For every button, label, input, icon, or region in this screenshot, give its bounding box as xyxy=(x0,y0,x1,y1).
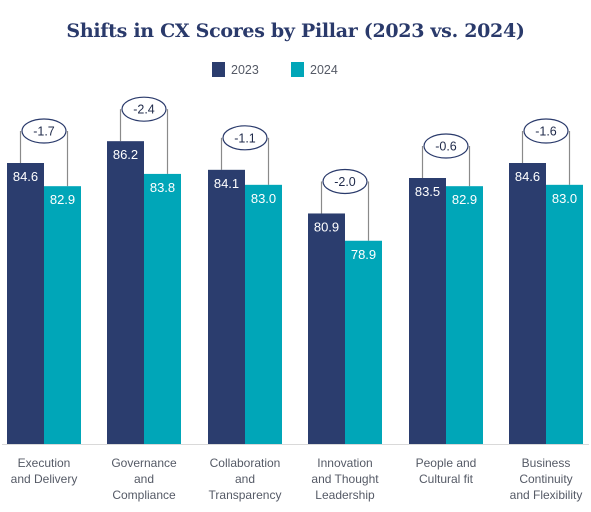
value-label-2023: 80.9 xyxy=(314,219,339,234)
value-label-2024: 82.9 xyxy=(452,192,477,207)
bar-2024 xyxy=(44,186,81,444)
x-tick-label-line: Governance xyxy=(111,456,177,470)
difference-label: -2.4 xyxy=(133,103,155,117)
x-tick-label-line: and Delivery xyxy=(10,472,78,486)
difference-label: -2.0 xyxy=(334,175,356,189)
bar-2024 xyxy=(345,240,382,444)
value-label-2023: 84.1 xyxy=(214,176,239,191)
difference-label: -1.1 xyxy=(234,131,256,145)
x-tick-label-line: and Thought xyxy=(311,472,379,486)
x-tick-label-line: Continuity xyxy=(519,472,573,486)
x-tick-label-line: Transparency xyxy=(208,488,282,502)
x-tick-label: Execution and Delivery xyxy=(0,455,99,487)
bar-2023 xyxy=(208,169,245,445)
x-tick-label-line: Cultural fit xyxy=(418,472,474,486)
bar-2024 xyxy=(144,173,181,444)
bar-2024 xyxy=(245,184,282,444)
bar-group: -2.4 86.2 83.8 xyxy=(107,96,181,445)
value-label-2024: 82.9 xyxy=(50,192,75,207)
value-label-2023: 83.5 xyxy=(415,184,440,199)
bar-group: -0.6 83.5 82.9 xyxy=(409,133,483,444)
bar-group: -1.6 84.6 83.0 xyxy=(509,118,583,444)
value-label-2023: 84.6 xyxy=(13,169,38,184)
bar-2024 xyxy=(446,186,483,444)
x-tick-label-line: and Flexibility xyxy=(509,488,583,502)
bar-2023 xyxy=(409,178,446,444)
bar-2024 xyxy=(546,184,583,444)
value-label-2023: 84.6 xyxy=(515,169,540,184)
x-tick-label-line: Business xyxy=(521,456,571,470)
x-tick-label-line: People and xyxy=(415,456,477,470)
x-tick-label-line: Leadership xyxy=(315,488,375,502)
x-tick-label-line: and xyxy=(133,472,155,486)
bar-2023 xyxy=(509,163,546,444)
bar-2023 xyxy=(308,213,345,444)
x-tick-label-line: and xyxy=(234,472,256,486)
difference-label: -0.6 xyxy=(435,140,457,154)
bar-2023 xyxy=(7,163,44,444)
bar-group: -1.7 84.6 82.9 xyxy=(7,118,81,444)
x-tick-label-line: Innovation xyxy=(317,456,373,470)
value-label-2024: 83.0 xyxy=(251,191,276,206)
value-label-2024: 83.0 xyxy=(552,191,577,206)
difference-label: -1.6 xyxy=(535,125,557,139)
x-tick-label-line: Execution xyxy=(17,456,71,470)
bar-chart: -1.7 84.6 82.9 -2.4 86.2 83.8 -1.1 84.1 83.0 -2.0… xyxy=(2,96,589,445)
difference-label: -1.7 xyxy=(33,125,55,139)
value-label-2023: 86.2 xyxy=(113,147,138,162)
x-tick-label-line: Collaboration xyxy=(209,456,281,470)
x-tick-label-line: Compliance xyxy=(112,488,176,502)
value-label-2024: 83.8 xyxy=(150,180,175,195)
bar-group: -1.1 84.1 83.0 xyxy=(208,125,282,445)
x-tick-label: Innovation and Thought Leadership xyxy=(290,455,400,503)
x-tick-label: Governance and Compliance xyxy=(89,455,199,503)
bar-2023 xyxy=(107,141,144,445)
x-tick-label: People and Cultural fit xyxy=(391,455,501,487)
value-label-2024: 78.9 xyxy=(351,247,376,262)
bar-group: -2.0 80.9 78.9 xyxy=(308,168,382,444)
x-tick-label: Business Continuity and Flexibility xyxy=(491,455,591,503)
x-tick-label: Collaboration and Transparency xyxy=(190,455,300,503)
